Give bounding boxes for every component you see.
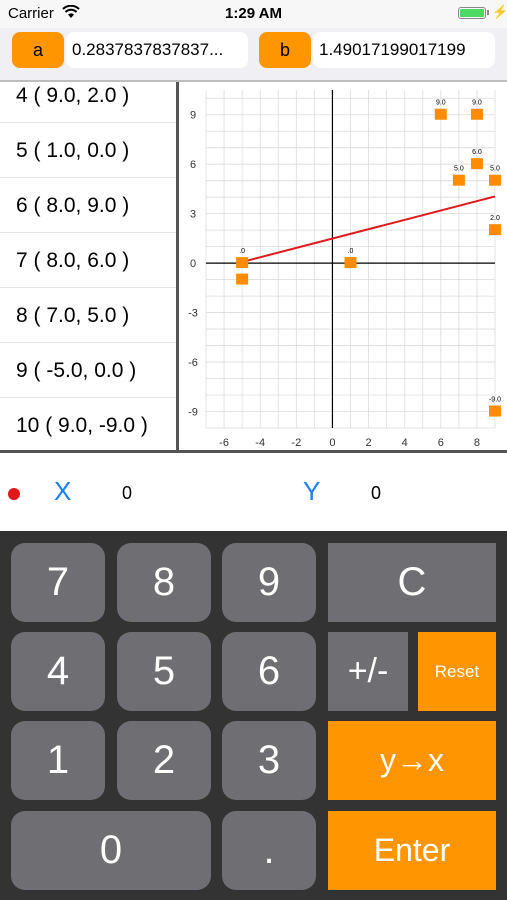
list-item[interactable]: 4 ( 9.0, 2.0 ) (0, 82, 176, 123)
data-point (236, 273, 249, 285)
data-point (452, 174, 465, 186)
point-label: 2.0 (490, 215, 500, 222)
key-6[interactable]: 6 (222, 632, 316, 711)
decimal-key[interactable]: . (222, 811, 316, 890)
y-tick-label: -9 (188, 407, 198, 419)
key-1[interactable]: 1 (11, 721, 105, 800)
xy-readout (0, 453, 507, 531)
reset-button[interactable]: Reset (418, 632, 496, 711)
list-item[interactable]: 5 ( 1.0, 0.0 ) (0, 123, 176, 178)
key-3[interactable]: 3 (222, 721, 316, 800)
sign-toggle-button[interactable]: +/- (328, 632, 408, 711)
key-0[interactable]: 0 (11, 811, 211, 890)
data-point (489, 224, 501, 236)
list-item[interactable]: 9 ( -5.0, 0.0 ) (0, 343, 176, 398)
point-label: .0 (348, 248, 354, 255)
charging-icon: ⚡ (492, 4, 507, 19)
a-button[interactable]: a (12, 32, 64, 68)
point-list[interactable]: 4 ( 9.0, 2.0 ) 5 ( 1.0, 0.0 ) 6 ( 8.0, 9… (0, 82, 176, 450)
x-tick-label: -2 (291, 437, 301, 449)
key-9[interactable]: 9 (222, 543, 316, 622)
y-value: 0 (371, 483, 382, 503)
data-point (470, 108, 483, 120)
data-point (489, 174, 501, 186)
x-tick-label: 8 (474, 437, 480, 449)
x-tick-label: -4 (255, 437, 265, 449)
clock: 1:29 AM (225, 5, 282, 22)
y-tick-label: -3 (188, 308, 198, 320)
point-label: 5.0 (454, 166, 464, 173)
y-tick-label: 0 (190, 258, 196, 270)
x-value: 0 (122, 483, 133, 503)
point-label: .0 (239, 248, 245, 255)
y-tick-label: 9 (190, 110, 196, 122)
key-7[interactable]: 7 (11, 543, 105, 622)
x-tick-label: 4 (402, 437, 408, 449)
scatter-chart[interactable]: -6 -4 -2 0 2 4 6 89630-3-6-9.0.09.0 9.06.05.0 5.0… (179, 82, 507, 452)
point-label: 9.0 (472, 100, 482, 107)
data-point (344, 257, 357, 269)
x-label: X (54, 476, 72, 506)
battery-icon (458, 7, 486, 19)
swap-yx-button[interactable]: y→x (328, 721, 496, 800)
list-item[interactable]: 8 ( 7.0, 5.0 ) (0, 288, 176, 343)
b-value-field[interactable]: 1.49017199017199 (313, 32, 495, 68)
point-label: 6.0 (472, 149, 482, 156)
y-label: Y (303, 476, 321, 506)
status-bar: Carrier 1:29 AM ⚡ (0, 0, 507, 28)
clear-button[interactable]: C (328, 543, 496, 622)
a-value-field[interactable]: 0.2837837837837... (66, 32, 248, 68)
y-tick-label: 6 (190, 159, 196, 171)
key-5[interactable]: 5 (117, 632, 211, 711)
x-tick-label: -6 (219, 437, 229, 449)
x-tick-label: 2 (366, 437, 372, 449)
list-item[interactable]: 7 ( 8.0, 6.0 ) (0, 233, 176, 288)
data-point (434, 108, 447, 120)
key-2[interactable]: 2 (117, 721, 211, 800)
data-point (470, 158, 483, 170)
data-point (236, 257, 249, 269)
key-8[interactable]: 8 (117, 543, 211, 622)
point-label: 9.0 (436, 100, 446, 107)
point-label: 5.0 (490, 166, 500, 173)
data-point (489, 405, 501, 417)
battery-tip (487, 10, 489, 15)
point-label: -9.0 (489, 397, 501, 404)
y-tick-label: 3 (190, 209, 196, 221)
enter-button[interactable]: Enter (328, 811, 496, 890)
x-tick-label: 0 (329, 437, 335, 449)
list-item[interactable]: 6 ( 8.0, 9.0 ) (0, 178, 176, 233)
b-button[interactable]: b (259, 32, 311, 68)
x-tick-label: 6 (438, 437, 444, 449)
y-tick-label: -6 (188, 357, 198, 369)
status-dot (8, 488, 20, 500)
list-item[interactable]: 10 ( 9.0, -9.0 ) (0, 398, 176, 450)
key-4[interactable]: 4 (11, 632, 105, 711)
